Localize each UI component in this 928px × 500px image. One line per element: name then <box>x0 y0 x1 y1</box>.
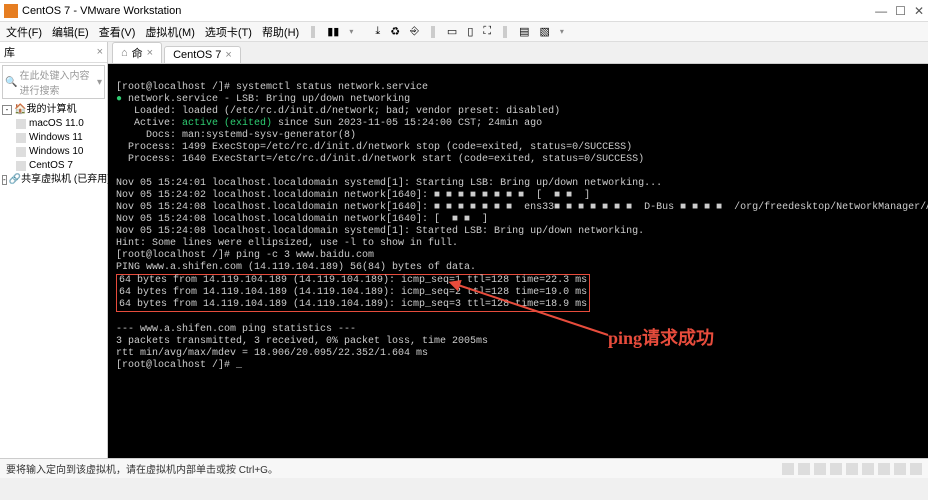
sidebar: 库 × 🔍 在此处键入内容进行搜索 ▾ -🏠 我的计算机 macOS 11.0 … <box>0 42 108 458</box>
toolbar-icon[interactable]: ⤓ <box>373 25 382 38</box>
close-icon[interactable]: × <box>225 49 231 61</box>
sidebar-search[interactable]: 🔍 在此处键入内容进行搜索 ▾ <box>2 65 105 99</box>
dropdown-icon[interactable]: ▾ <box>97 77 102 88</box>
tab-active[interactable]: CentOS 7× <box>164 46 241 63</box>
tab-strip: ⌂命× CentOS 7× <box>108 42 928 64</box>
tree-shared[interactable]: -🔗 共享虚拟机 (已弃用) <box>2 173 105 187</box>
minimize-button[interactable]: — <box>875 4 887 18</box>
app-icon <box>4 4 18 18</box>
menu-vm[interactable]: 虚拟机(M) <box>143 24 197 40</box>
menu-edit[interactable]: 编辑(E) <box>50 24 91 40</box>
search-placeholder: 在此处键入内容进行搜索 <box>19 67 97 97</box>
terminal[interactable]: [root@localhost /]# systemctl status net… <box>108 64 928 458</box>
window-title: CentOS 7 - VMware Workstation <box>22 5 875 17</box>
pause-button[interactable]: ▮▮ <box>325 25 341 38</box>
status-text: 要将输入定向到该虚拟机，请在虚拟机内部单击或按 Ctrl+G。 <box>6 461 278 476</box>
menu-file[interactable]: 文件(F) <box>4 24 44 40</box>
toolbar-icon[interactable]: ⎆ <box>408 25 421 38</box>
status-icon[interactable] <box>862 463 874 475</box>
content-area: ⌂命× CentOS 7× [root@localhost /]# system… <box>108 42 928 458</box>
close-button[interactable]: ✕ <box>914 4 924 18</box>
toolbar-icon[interactable]: ▯ <box>465 25 475 38</box>
tree-item[interactable]: CentOS 7 <box>16 159 105 173</box>
sidebar-close-icon[interactable]: × <box>97 46 103 58</box>
status-icon[interactable] <box>910 463 922 475</box>
home-icon: ⌂ <box>121 47 128 59</box>
title-bar: CentOS 7 - VMware Workstation — ☐ ✕ <box>0 0 928 22</box>
status-icon[interactable] <box>814 463 826 475</box>
tree-item[interactable]: Windows 11 <box>16 131 105 145</box>
toolbar-icon[interactable]: ▧ <box>537 25 551 38</box>
tree-root[interactable]: -🏠 我的计算机 <box>2 103 105 117</box>
status-icon[interactable] <box>830 463 842 475</box>
toolbar-icon[interactable]: ⛶ <box>481 25 493 38</box>
tree-item[interactable]: Windows 10 <box>16 145 105 159</box>
status-icon[interactable] <box>894 463 906 475</box>
toolbar-icon[interactable]: ▭ <box>445 25 459 38</box>
status-bar: 要将输入定向到该虚拟机，请在虚拟机内部单击或按 Ctrl+G。 <box>0 458 928 478</box>
status-icon[interactable] <box>782 463 794 475</box>
maximize-button[interactable]: ☐ <box>895 4 906 18</box>
status-icon[interactable] <box>878 463 890 475</box>
sidebar-title: 库 <box>4 44 15 60</box>
status-icon[interactable] <box>798 463 810 475</box>
vm-tree: -🏠 我的计算机 macOS 11.0 Windows 11 Windows 1… <box>0 101 107 189</box>
close-icon[interactable]: × <box>147 47 153 59</box>
status-icon[interactable] <box>846 463 858 475</box>
menu-tabs[interactable]: 选项卡(T) <box>203 24 254 40</box>
menu-bar: 文件(F) 编辑(E) 查看(V) 虚拟机(M) 选项卡(T) 帮助(H) ▮▮… <box>0 22 928 42</box>
tab-home[interactable]: ⌂命× <box>112 42 162 63</box>
menu-view[interactable]: 查看(V) <box>97 24 138 40</box>
annotation-arrow <box>448 280 618 340</box>
toolbar-icon[interactable]: ▤ <box>517 25 531 38</box>
annotation-text: ping请求成功 <box>608 332 714 344</box>
tree-item[interactable]: macOS 11.0 <box>16 117 105 131</box>
toolbar-icon[interactable]: ♻ <box>388 25 402 38</box>
menu-help[interactable]: 帮助(H) <box>260 24 301 40</box>
search-icon: 🔍 <box>5 77 17 88</box>
